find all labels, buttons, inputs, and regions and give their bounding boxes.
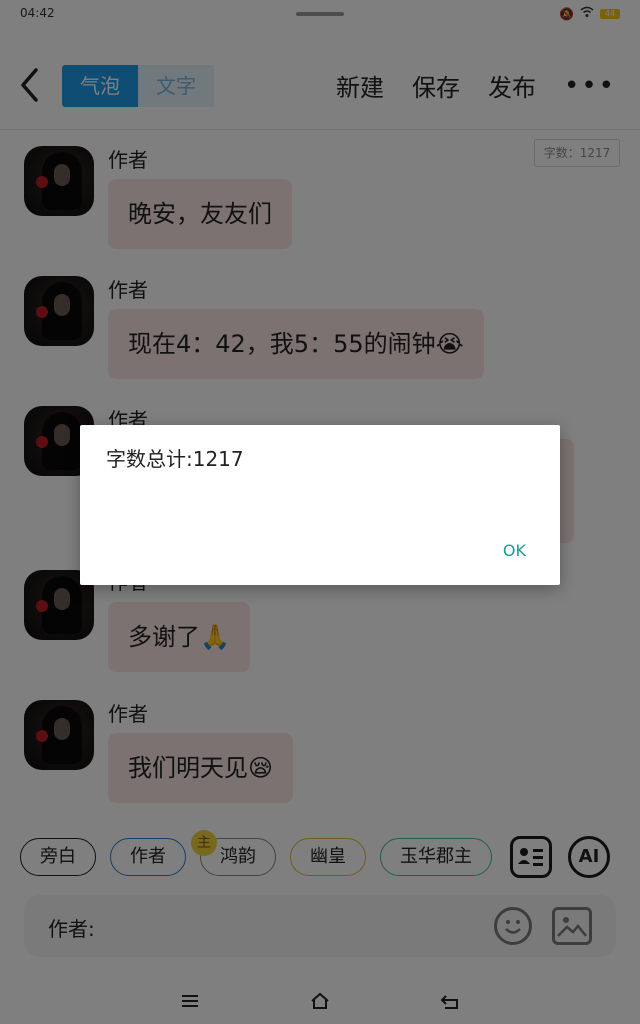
word-count-dialog: 字数总计:1217 OK	[80, 425, 560, 585]
ok-button[interactable]: OK	[503, 541, 526, 560]
dialog-message: 字数总计:1217	[106, 447, 244, 471]
